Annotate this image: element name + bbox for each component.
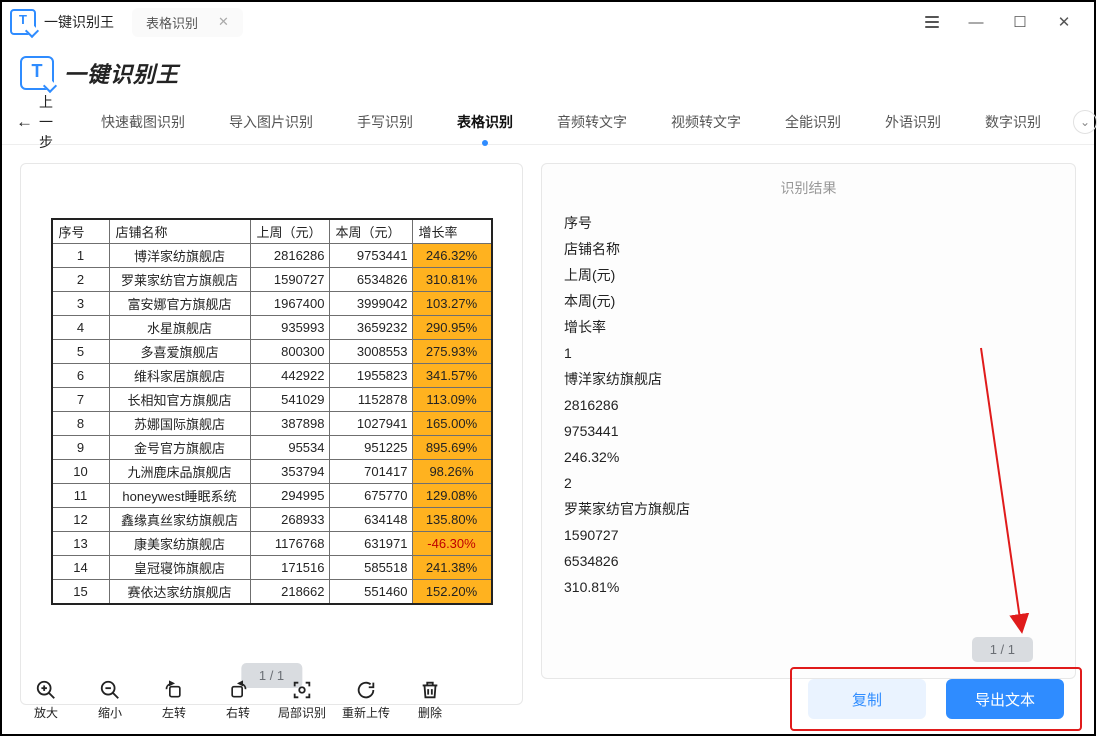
result-panel: 识别结果 序号店铺名称上周(元)本周(元)增长率1博洋家纺旗舰店28162869…	[541, 163, 1076, 679]
table-row: 2罗莱家纺官方旗舰店15907276534826310.81%	[52, 268, 492, 292]
tab-导入图片识别[interactable]: 导入图片识别	[207, 100, 335, 144]
delete-icon	[419, 678, 441, 702]
zoom-in-icon	[35, 678, 57, 702]
action-label: 左转	[162, 704, 186, 721]
table-row: 9金号官方旗舰店95534951225895.69%	[52, 436, 492, 460]
tab-label: 表格识别	[146, 13, 198, 32]
tab-表格识别[interactable]: 表格识别	[435, 100, 535, 144]
arrow-left-icon: ←	[16, 112, 33, 132]
table-row: 1博洋家纺旗舰店28162869753441246.32%	[52, 244, 492, 268]
action-label: 局部识别	[278, 704, 326, 721]
export-button-group: 复制 导出文本	[790, 667, 1082, 731]
rotate-right-button[interactable]: 右转	[206, 678, 270, 721]
action-label: 重新上传	[342, 704, 390, 721]
rotate-left-icon	[164, 678, 184, 702]
table-row: 12鑫缘真丝家纺旗舰店268933634148135.80%	[52, 508, 492, 532]
result-line: 1	[564, 340, 1059, 366]
back-label: 上一步	[39, 92, 53, 152]
brand-name: 一键识别王	[64, 57, 179, 89]
table-row: 13康美家纺旗舰店1176768631971-46.30%	[52, 532, 492, 556]
result-pager[interactable]: 1 / 1	[972, 637, 1033, 662]
reupload-button[interactable]: 重新上传	[334, 678, 398, 721]
result-line: 9753441	[564, 418, 1059, 444]
tab-数字识别[interactable]: 数字识别	[963, 100, 1063, 144]
col-header: 本周（元）	[329, 219, 412, 244]
result-line: 上周(元)	[564, 262, 1059, 288]
action-label: 删除	[418, 704, 442, 721]
result-line: 店铺名称	[564, 236, 1059, 262]
result-line: 310.81%	[564, 574, 1059, 600]
result-text[interactable]: 序号店铺名称上周(元)本周(元)增长率1博洋家纺旗舰店2816286975344…	[558, 210, 1059, 664]
result-line: 246.32%	[564, 444, 1059, 470]
table-row: 6维科家居旗舰店4429221955823341.57%	[52, 364, 492, 388]
action-label: 缩小	[98, 704, 122, 721]
table-row: 10九洲鹿床品旗舰店35379470141798.26%	[52, 460, 492, 484]
tab-全能识别[interactable]: 全能识别	[763, 100, 863, 144]
reupload-icon	[355, 678, 377, 702]
result-line: 罗莱家纺官方旗舰店	[564, 496, 1059, 522]
chevron-down-icon: ⌄	[1073, 110, 1097, 134]
action-label: 右转	[226, 704, 250, 721]
zoom-out-icon	[99, 678, 121, 702]
copy-button[interactable]: 复制	[808, 679, 926, 719]
source-table: 序号店铺名称上周（元）本周（元）增长率 1博洋家纺旗舰店281628697534…	[51, 218, 493, 605]
tab-快速截图识别[interactable]: 快速截图识别	[79, 100, 207, 144]
zoom-out-button[interactable]: 缩小	[78, 678, 142, 721]
col-header: 增长率	[412, 219, 492, 244]
source-image-panel: 序号店铺名称上周（元）本周（元）增长率 1博洋家纺旗舰店281628697534…	[20, 163, 523, 705]
col-header: 上周（元）	[250, 219, 329, 244]
minimize-icon[interactable]: —	[954, 2, 998, 42]
close-icon[interactable]: ✕	[1042, 2, 1086, 42]
result-line: 序号	[564, 210, 1059, 236]
menu-icon[interactable]	[910, 2, 954, 42]
result-line: 6534826	[564, 548, 1059, 574]
result-line: 增长率	[564, 314, 1059, 340]
brand-logo-icon: T	[20, 56, 54, 90]
tab-外语识别[interactable]: 外语识别	[863, 100, 963, 144]
document-tab[interactable]: 表格识别 ✕	[132, 8, 243, 37]
action-label: 放大	[34, 704, 58, 721]
table-row: 11honeywest睡眠系统294995675770129.08%	[52, 484, 492, 508]
result-line: 本周(元)	[564, 288, 1059, 314]
more-tabs-button[interactable]: ⌄	[1063, 100, 1100, 144]
col-header: 序号	[52, 219, 110, 244]
table-row: 7长相知官方旗舰店5410291152878113.09%	[52, 388, 492, 412]
col-header: 店铺名称	[109, 219, 250, 244]
delete-button[interactable]: 删除	[398, 678, 462, 721]
tab-手写识别[interactable]: 手写识别	[335, 100, 435, 144]
result-line: 1590727	[564, 522, 1059, 548]
table-row: 5多喜爱旗舰店8003003008553275.93%	[52, 340, 492, 364]
result-line: 博洋家纺旗舰店	[564, 366, 1059, 392]
table-row: 14皇冠寝饰旗舰店171516585518241.38%	[52, 556, 492, 580]
rotate-right-icon	[228, 678, 248, 702]
back-button[interactable]: ← 上一步	[16, 92, 53, 152]
table-row: 4水星旗舰店9359933659232290.95%	[52, 316, 492, 340]
result-line: 2816286	[564, 392, 1059, 418]
crop-ocr-icon	[291, 678, 313, 702]
tab-视频转文字[interactable]: 视频转文字	[649, 100, 763, 144]
app-title: 一键识别王	[44, 12, 114, 32]
app-logo-icon: T	[10, 9, 36, 35]
result-title: 识别结果	[558, 178, 1059, 198]
result-line: 2	[564, 470, 1059, 496]
close-tab-icon[interactable]: ✕	[218, 14, 229, 30]
crop-ocr-button[interactable]: 局部识别	[270, 678, 334, 721]
table-row: 15赛依达家纺旗舰店218662551460152.20%	[52, 580, 492, 605]
rotate-left-button[interactable]: 左转	[142, 678, 206, 721]
table-row: 3富安娜官方旗舰店19674003999042103.27%	[52, 292, 492, 316]
tab-音频转文字[interactable]: 音频转文字	[535, 100, 649, 144]
zoom-in-button[interactable]: 放大	[14, 678, 78, 721]
table-row: 8苏娜国际旗舰店3878981027941165.00%	[52, 412, 492, 436]
export-text-button[interactable]: 导出文本	[946, 679, 1064, 719]
maximize-icon[interactable]: ☐	[998, 2, 1042, 42]
